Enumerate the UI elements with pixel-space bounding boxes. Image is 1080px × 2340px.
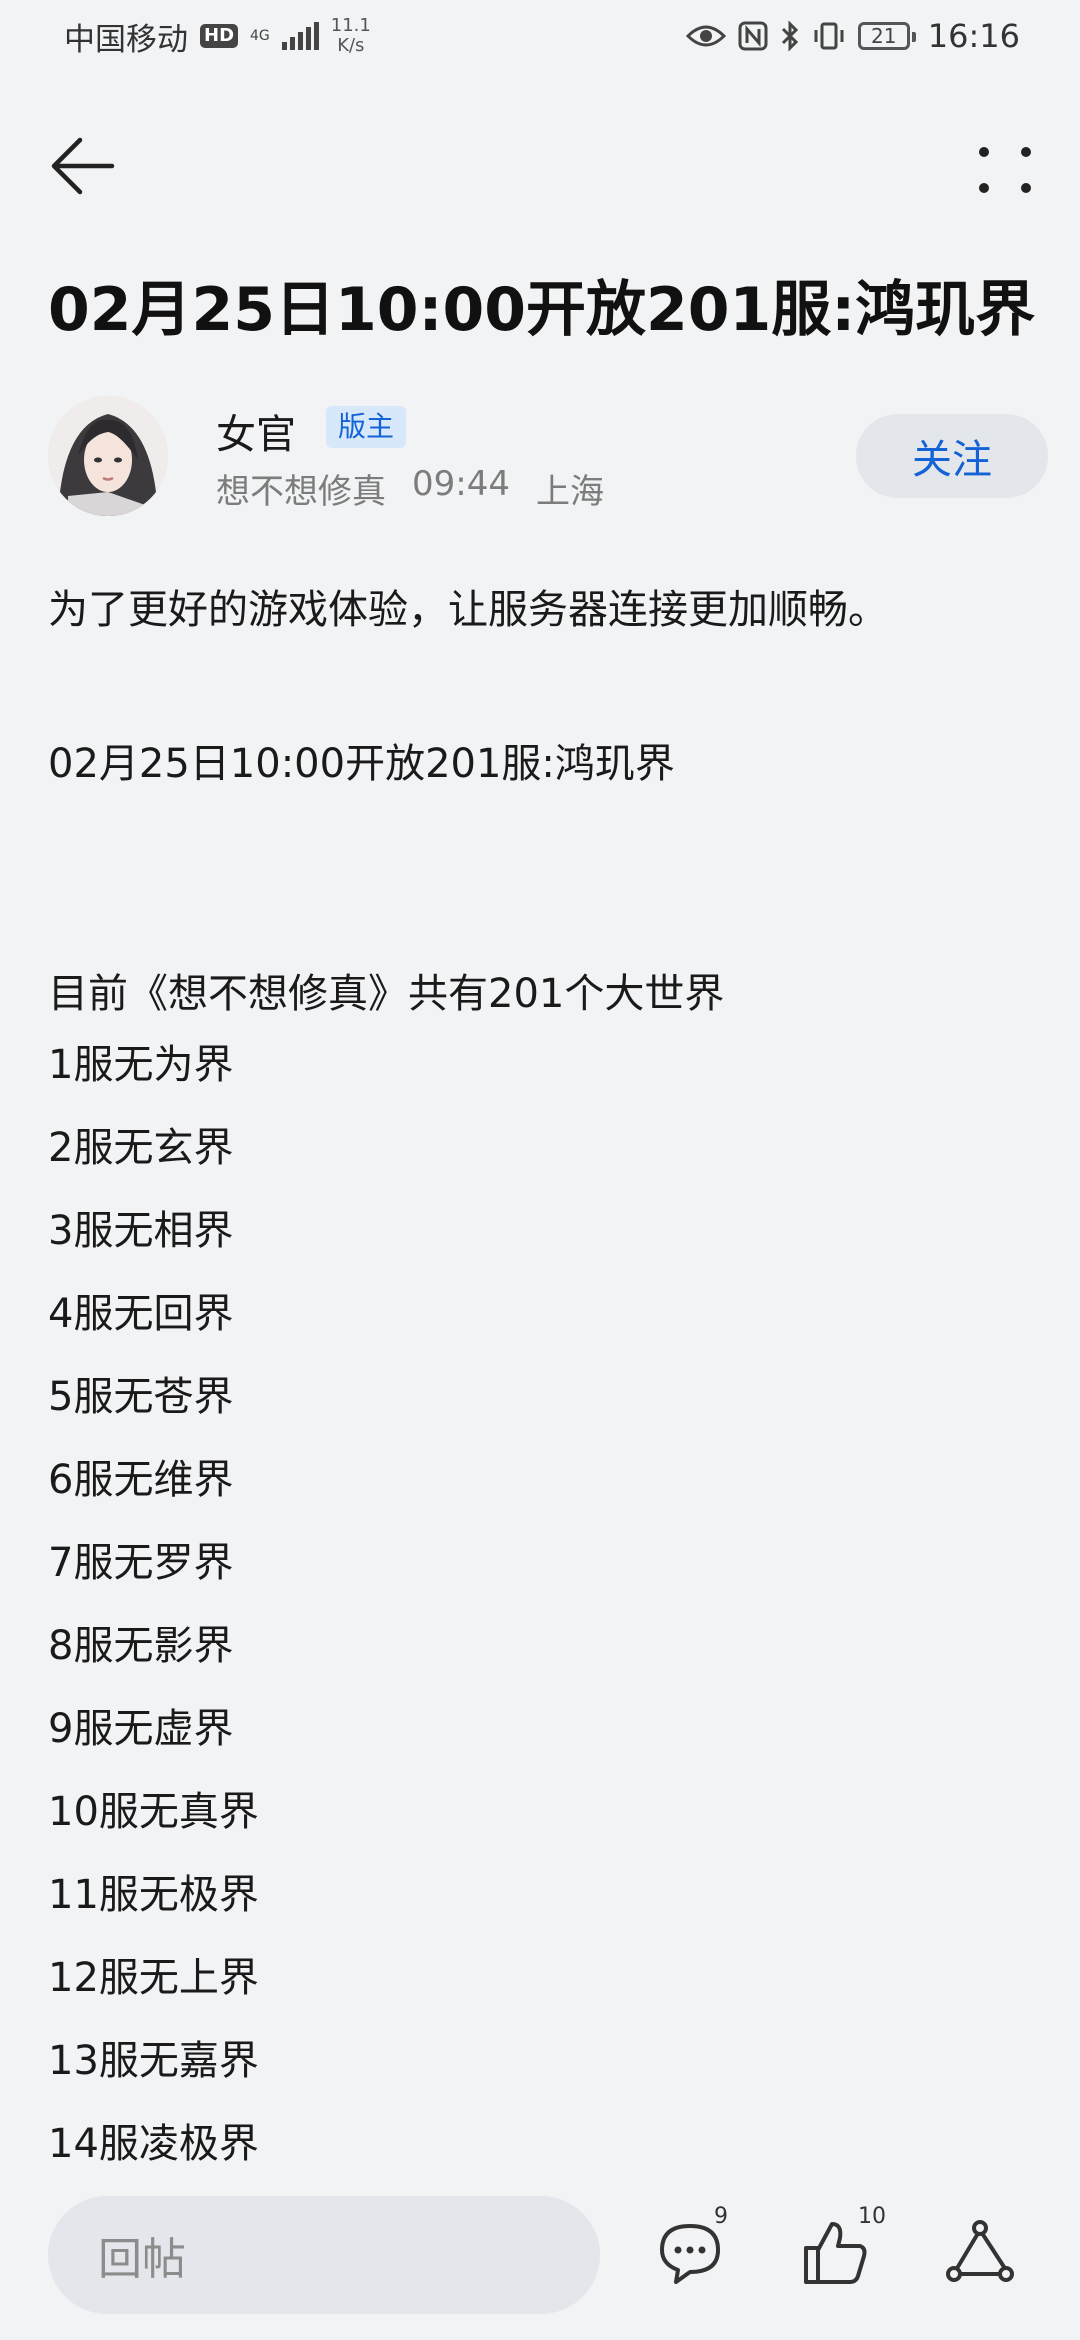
bluetooth-icon xyxy=(780,20,800,52)
network-speed: 11.1 K/s xyxy=(331,16,371,56)
reply-placeholder: 回帖 xyxy=(98,2234,186,2285)
list-item: 3服无相界 xyxy=(48,1208,234,1254)
status-bar: 中国移动 HD 4G 11.1 K/s 21 16:16 xyxy=(0,0,1080,72)
network-speed-value: 11.1 xyxy=(330,15,371,36)
battery-icon: 21 xyxy=(857,22,916,50)
list-item: 7服无罗界 xyxy=(48,1540,234,1586)
post-location: 上海 xyxy=(535,472,604,512)
moderator-badge: 版主 xyxy=(326,406,407,448)
list-item: 5服无苍界 xyxy=(48,1374,234,1420)
author-name[interactable]: 女官 xyxy=(216,402,296,460)
battery-level: 21 xyxy=(871,24,897,48)
network-type: 4G xyxy=(250,29,270,43)
list-item: 1服无为界 xyxy=(48,1042,234,1088)
share-icon xyxy=(946,2220,1014,2282)
top-nav xyxy=(0,110,1080,210)
hd-badge: HD xyxy=(200,24,239,48)
list-item: 13服无嘉界 xyxy=(48,2038,259,2084)
post-summary: 目前《想不想修真》共有201个大世界 xyxy=(48,971,725,1017)
avatar-portrait-icon xyxy=(48,396,168,516)
post-open-line: 02月25日10:00开放201服:鸿玑界 xyxy=(48,741,675,787)
author-meta: 想不想修真 09:44 上海 xyxy=(216,464,604,513)
list-item: 6服无维界 xyxy=(48,1457,234,1503)
status-bar-right: 21 16:16 xyxy=(685,17,1020,55)
reply-input[interactable]: 回帖 xyxy=(48,2196,600,2314)
back-button[interactable] xyxy=(42,126,122,206)
post-intro: 为了更好的游戏体验，让服务器连接更加顺畅。 xyxy=(48,587,888,633)
network-speed-unit: K/s xyxy=(337,35,365,56)
carrier-name: 中国移动 xyxy=(64,21,188,58)
list-item: 2服无玄界 xyxy=(48,1125,234,1171)
like-button[interactable]: 10 xyxy=(796,2204,886,2302)
more-options-button[interactable] xyxy=(970,126,1040,206)
more-dots-icon xyxy=(979,147,1031,193)
nfc-icon xyxy=(738,21,768,51)
eye-icon xyxy=(685,22,726,50)
server-list: 1服无为界 2服无玄界 3服无相界 4服无回界 5服无苍界 6服无维界 7服无罗… xyxy=(48,1024,1038,2170)
forum-name[interactable]: 想不想修真 xyxy=(216,464,386,513)
post-time: 09:44 xyxy=(412,464,510,504)
post-body: 为了更好的游戏体验，让服务器连接更加顺畅。 02月25日10:00开放201服:… xyxy=(48,580,1038,2170)
follow-button[interactable]: 关注 xyxy=(856,414,1048,498)
comment-button[interactable]: 9 xyxy=(650,2204,740,2302)
status-bar-left: 中国移动 HD 4G 11.1 K/s xyxy=(64,14,371,59)
list-item: 4服无回界 xyxy=(48,1291,234,1337)
list-item: 14服凌极界 xyxy=(48,2121,259,2167)
vibrate-icon xyxy=(812,21,846,51)
avatar[interactable] xyxy=(48,396,168,516)
post-title: 02月25日10:00开放201服:鸿玑界 xyxy=(48,275,1036,345)
list-item: 12服无上界 xyxy=(48,1955,259,2001)
share-button[interactable] xyxy=(940,2212,1030,2302)
author-row: 女官 版主 想不想修真 09:44 上海 关注 xyxy=(48,392,1048,522)
back-arrow-icon xyxy=(51,137,115,195)
list-item: 8服无影界 xyxy=(48,1623,234,1669)
bottom-action-bar: 回帖 9 10 xyxy=(0,2170,1080,2340)
clock: 16:16 xyxy=(927,17,1020,55)
network-type-label: 4G xyxy=(250,28,270,44)
list-item: 9服无虚界 xyxy=(48,1706,234,1752)
list-item: 11服无极界 xyxy=(48,1872,259,1918)
list-item: 10服无真界 xyxy=(48,1789,259,1835)
signal-icon xyxy=(281,22,319,50)
comment-count: 9 xyxy=(714,2204,728,2229)
like-count: 10 xyxy=(858,2204,886,2229)
